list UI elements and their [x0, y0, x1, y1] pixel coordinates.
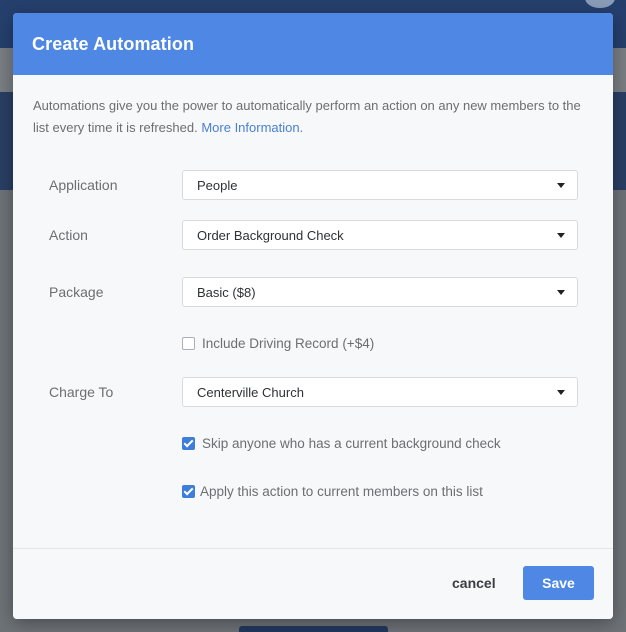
charge-to-select[interactable]: Centerville Church	[182, 377, 578, 407]
skip-current-row[interactable]: Skip anyone who has a current background…	[182, 434, 501, 452]
application-row: Application People	[13, 170, 613, 200]
skip-current-label: Skip anyone who has a current background…	[202, 435, 501, 451]
modal-body: Automations give you the power to automa…	[13, 75, 613, 548]
include-driving-record-row[interactable]: Include Driving Record (+$4)	[182, 334, 374, 352]
save-button[interactable]: Save	[523, 566, 594, 600]
action-row: Action Order Background Check	[13, 220, 613, 250]
application-select[interactable]: People	[182, 170, 578, 200]
skip-current-checkbox[interactable]	[182, 436, 195, 450]
include-driving-record-checkbox[interactable]	[182, 336, 195, 350]
include-driving-record-label: Include Driving Record (+$4)	[202, 335, 375, 351]
package-label: Package	[49, 284, 104, 300]
apply-current-row[interactable]: Apply this action to current members on …	[182, 482, 483, 500]
action-label: Action	[49, 227, 88, 243]
caret-down-icon	[557, 183, 565, 188]
caret-down-icon	[557, 233, 565, 238]
intro-text: Automations give you the power to automa…	[33, 95, 598, 139]
package-select[interactable]: Basic ($8)	[182, 277, 578, 307]
charge-to-label: Charge To	[49, 384, 114, 400]
modal-title: Create Automation	[32, 33, 195, 54]
action-value: Order Background Check	[197, 228, 344, 243]
caret-down-icon	[557, 290, 565, 295]
more-information-link[interactable]: More Information.	[201, 120, 303, 135]
application-label: Application	[49, 177, 118, 193]
apply-current-label: Apply this action to current members on …	[200, 483, 483, 499]
charge-to-value: Centerville Church	[197, 385, 304, 400]
background-button	[239, 626, 388, 632]
package-row: Package Basic ($8)	[13, 277, 613, 307]
intro-description: Automations give you the power to automa…	[33, 98, 581, 135]
cancel-button[interactable]: cancel	[446, 571, 502, 595]
apply-current-checkbox[interactable]	[182, 484, 195, 498]
package-value: Basic ($8)	[197, 285, 256, 300]
create-automation-modal: Create Automation Automations give you t…	[13, 13, 613, 619]
action-select[interactable]: Order Background Check	[182, 220, 578, 250]
modal-footer: cancel Save	[13, 548, 613, 619]
application-value: People	[197, 178, 238, 193]
charge-to-row: Charge To Centerville Church	[13, 377, 613, 407]
modal-header: Create Automation	[13, 13, 613, 75]
caret-down-icon	[557, 390, 565, 395]
